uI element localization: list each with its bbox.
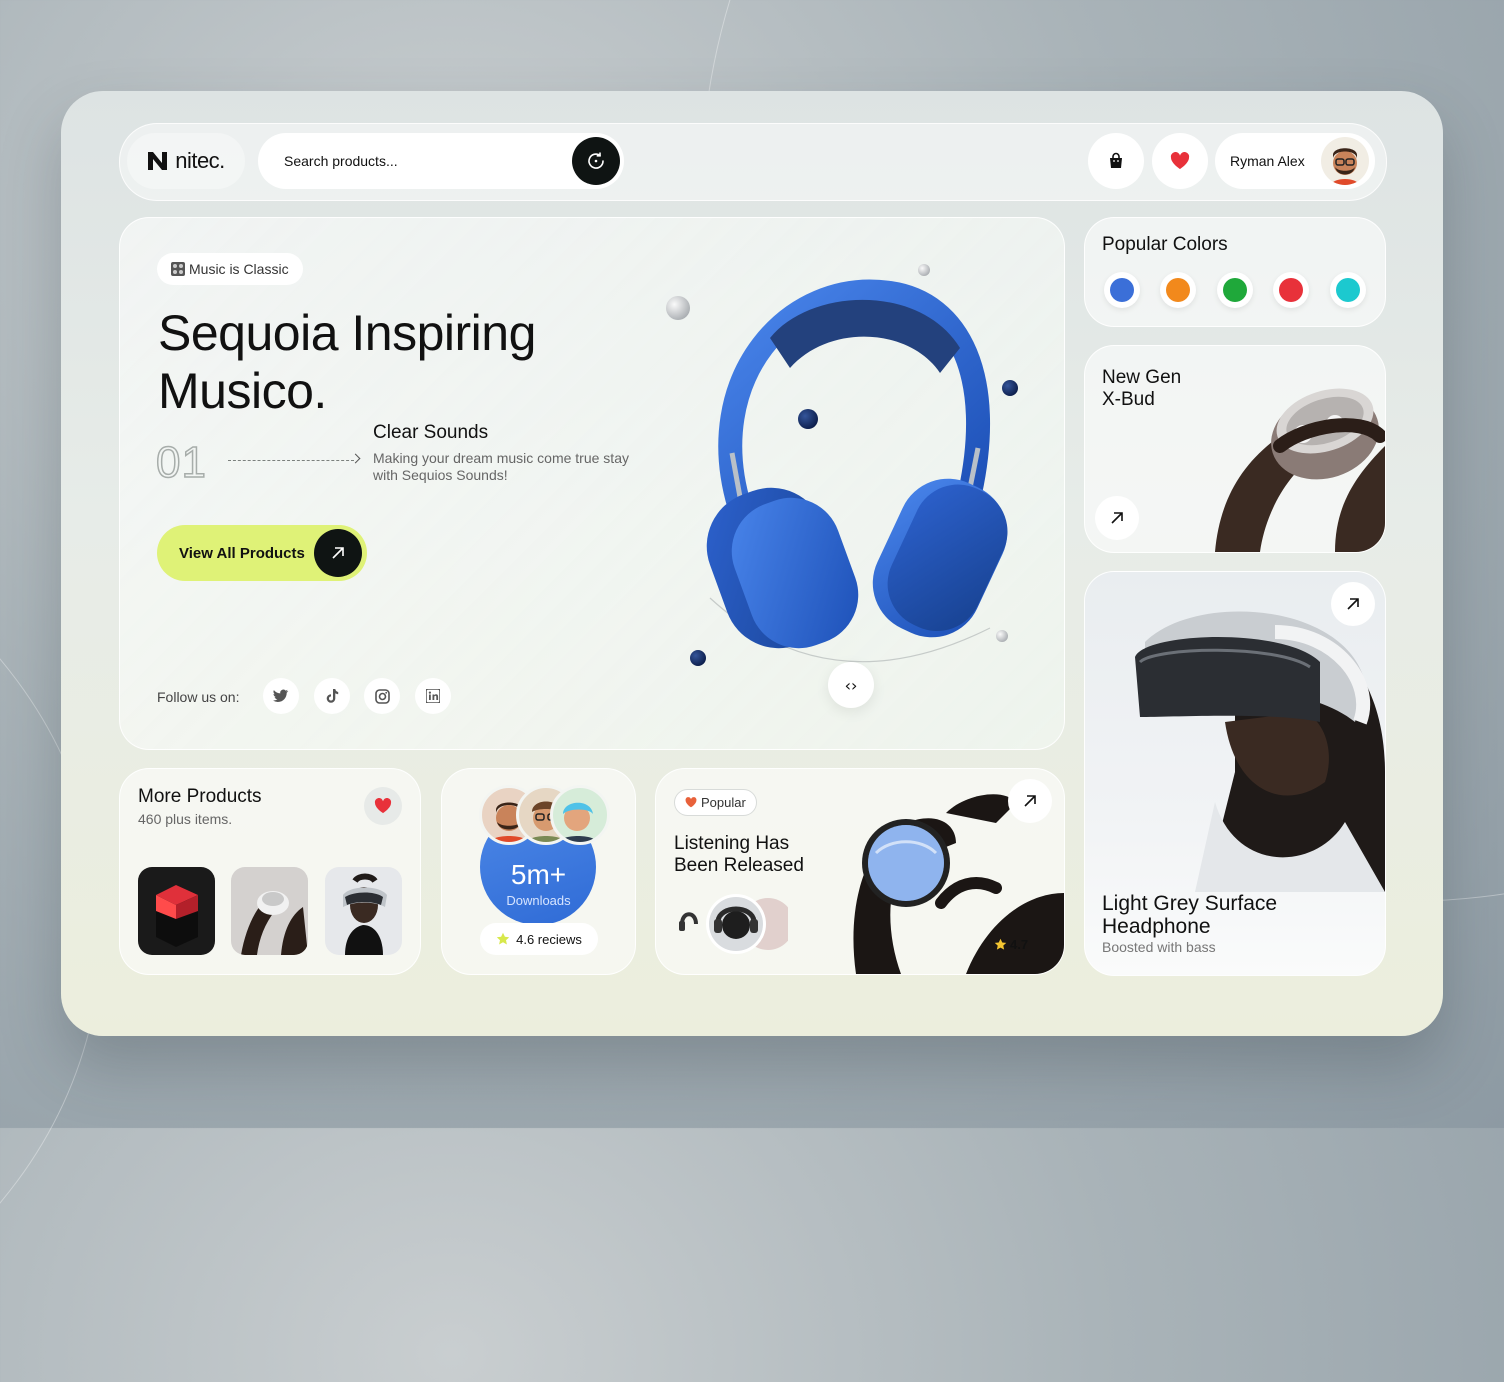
user-profile[interactable]: Ryman Alex [1215, 133, 1375, 189]
product-thumb-vr[interactable] [325, 867, 402, 955]
heart-icon [685, 797, 697, 808]
divider-line [228, 460, 354, 461]
reviews-label: 4.6 reciews [516, 931, 582, 947]
released-title: Listening Has Been Released [674, 833, 804, 877]
vr-title-line1: Light Grey Surface [1102, 892, 1278, 915]
speaker-grid-icon [171, 262, 185, 276]
search-button[interactable] [572, 137, 620, 185]
rating-value: 4.7 [1010, 937, 1029, 952]
step-number: 01 [155, 437, 207, 488]
reviews-badge: 4.6 reciews [480, 923, 598, 955]
speaker-product-image [156, 885, 198, 947]
hero-title-line2: Musico. [158, 363, 327, 419]
arrow-right-icon [350, 453, 361, 464]
logo-mark-icon [147, 151, 169, 171]
heart-icon [1170, 152, 1190, 169]
color-swatch-green[interactable] [1217, 272, 1253, 308]
earbuds-product-image [1215, 388, 1385, 552]
avatar[interactable] [1321, 137, 1369, 185]
refresh-search-icon [588, 152, 604, 169]
xbud-card[interactable]: New Gen X-Bud [1084, 345, 1386, 553]
more-products-card: More Products 460 plus items. [119, 768, 421, 975]
downloads-count: 5m+ [510, 859, 567, 890]
rating-badge: 4.7 [994, 937, 1028, 952]
tiktok-icon [326, 689, 339, 703]
logo[interactable]: nitec. [127, 133, 245, 189]
cta-label: View All Products [179, 544, 305, 562]
follow-label: Follow us on: [157, 689, 240, 705]
feature-title: Clear Sounds [373, 422, 489, 443]
linkedin-link[interactable] [415, 678, 451, 714]
heart-icon [374, 798, 392, 814]
released-title-line2: Been Released [674, 855, 804, 876]
arrow-up-right-icon [1347, 598, 1359, 610]
popular-badge: Popular [674, 789, 757, 816]
view-all-products-button[interactable]: View All Products [157, 525, 367, 581]
carousel-nav-button[interactable]: ‹› [828, 662, 874, 708]
twitter-link[interactable] [263, 678, 299, 714]
more-products-title: More Products [138, 786, 262, 807]
linkedin-icon [426, 689, 440, 703]
hero-title: Sequoia Inspiring Musico. [158, 304, 536, 420]
xbud-title-line1: New Gen [1102, 367, 1182, 388]
listener-image [679, 894, 788, 954]
search-input[interactable] [282, 152, 566, 170]
app-name: nitec. [175, 148, 225, 173]
instagram-icon [374, 688, 390, 704]
tiktok-link[interactable] [314, 678, 350, 714]
product-thumb-earbuds[interactable] [231, 867, 308, 955]
cart-button[interactable] [1088, 133, 1144, 189]
arrow-up-right-icon [1024, 795, 1036, 807]
arrow-up-right-icon [1111, 512, 1123, 524]
headphone-product-image [666, 264, 1018, 666]
avatar [550, 785, 610, 845]
earbuds-product-image [241, 891, 308, 955]
hero-title-line1: Sequoia Inspiring [158, 305, 536, 361]
color-swatch-red[interactable] [1273, 272, 1309, 308]
popular-colors-title: Popular Colors [1102, 234, 1228, 255]
xbud-title: New Gen X-Bud [1102, 367, 1181, 411]
star-icon [994, 938, 1007, 950]
favorites-button[interactable] [1152, 133, 1208, 189]
vr-product-image [343, 873, 387, 955]
color-swatch-blue[interactable] [1104, 272, 1140, 308]
more-products-subtitle: 460 plus items. [138, 811, 233, 827]
hero-tag: Music is Classic [157, 253, 303, 285]
shopping-bag-icon [1110, 152, 1122, 168]
downloads-label: Downloads [506, 893, 571, 908]
popular-badge-label: Popular [701, 795, 746, 810]
user-name: Ryman Alex [1230, 153, 1305, 169]
twitter-icon [273, 689, 289, 702]
color-swatch-cyan[interactable] [1330, 272, 1366, 308]
feature-description: Making your dream music come true stay w… [373, 450, 629, 483]
vr-title-line2: Headphone [1102, 915, 1211, 938]
arrow-up-right-icon [314, 529, 362, 577]
released-title-line1: Listening Has [674, 833, 790, 854]
favorite-button[interactable] [364, 787, 402, 825]
search-bar [258, 133, 624, 189]
hero-card: Music is Classic Sequoia Inspiring Music… [119, 217, 1065, 750]
code-arrows-icon: ‹› [844, 675, 858, 695]
hero-tag-label: Music is Classic [189, 261, 289, 277]
star-icon [496, 932, 510, 945]
xbud-open-button[interactable] [1095, 496, 1139, 540]
popular-colors-card: Popular Colors [1084, 217, 1386, 327]
vr-open-button[interactable] [1331, 582, 1375, 626]
instagram-link[interactable] [364, 678, 400, 714]
vr-title: Light Grey Surface Headphone [1102, 892, 1277, 938]
product-thumb-speaker[interactable] [138, 867, 215, 955]
xbud-title-line2: X-Bud [1102, 389, 1155, 410]
released-card[interactable]: Popular Listening Has Been Released 4.7 [655, 768, 1065, 975]
color-swatch-orange[interactable] [1160, 272, 1196, 308]
vr-headset-card[interactable]: Light Grey Surface Headphone Boosted wit… [1084, 571, 1386, 976]
vr-subtitle: Boosted with bass [1102, 939, 1216, 955]
released-open-button[interactable] [1008, 779, 1052, 823]
downloads-card: 5m+ Downloads 4.6 reciews [441, 768, 636, 975]
